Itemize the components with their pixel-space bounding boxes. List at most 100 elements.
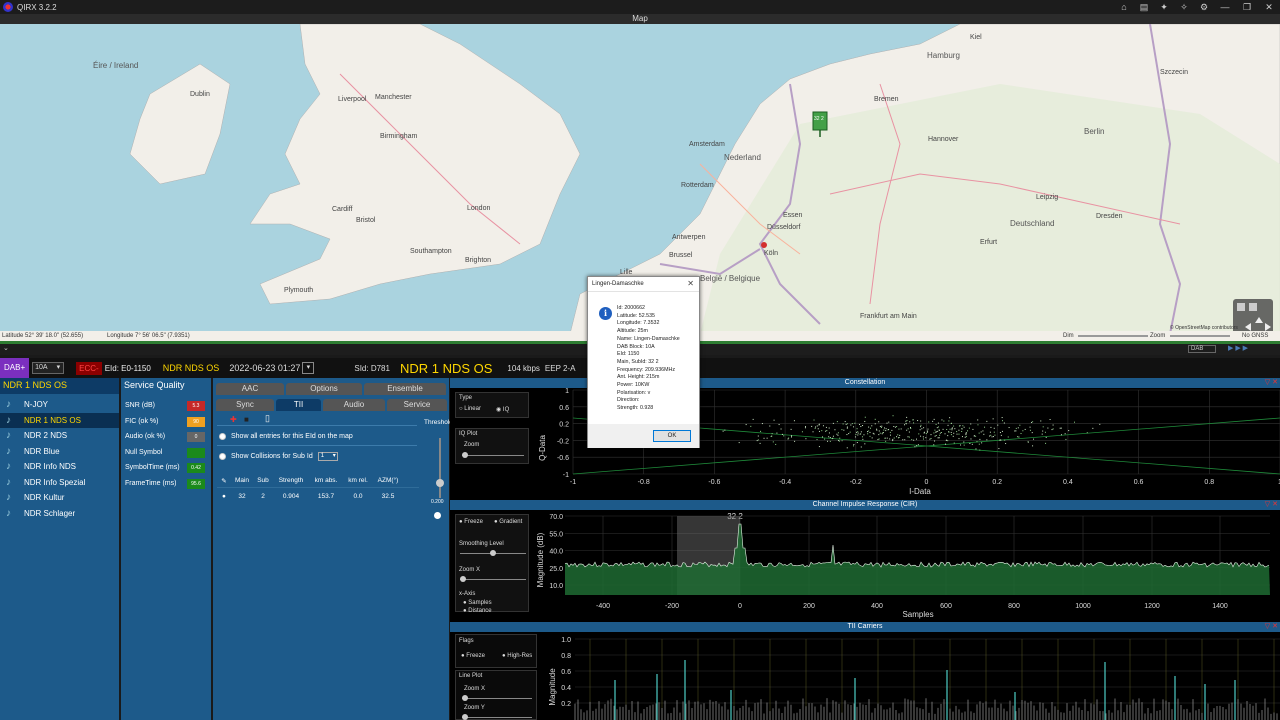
constellation-point <box>970 438 972 440</box>
map-marker-label[interactable]: 32 2 <box>814 116 824 122</box>
station-item[interactable]: ♪ NDR Blue <box>0 444 119 460</box>
minimize-button[interactable]: — <box>1214 2 1236 12</box>
constellation-point <box>900 428 902 430</box>
pane-close-icon[interactable]: ▽ ✕ <box>1265 500 1278 510</box>
zoom-x-slider-knob[interactable] <box>462 695 468 701</box>
map-navigation-control[interactable] <box>1233 299 1273 334</box>
tab-tii[interactable]: TII <box>276 399 321 411</box>
constellation-point <box>930 434 932 436</box>
station-item[interactable]: ♪ NDR Info Spezial <box>0 475 119 491</box>
tii-carriers-plot: Magnitude 1.0 0.8 0.6 0.4 0.2 <box>548 637 1280 720</box>
tab-audio[interactable]: Audio <box>323 399 385 411</box>
zoom-x-slider[interactable] <box>462 695 532 701</box>
table-row[interactable]: ● 32 2 0.904 153.7 0.0 32.5 <box>217 488 419 504</box>
document-icon[interactable]: ▯ <box>265 413 270 424</box>
tab-sync[interactable]: Sync <box>216 399 274 411</box>
x-tick-label: -0.4 <box>779 479 791 486</box>
station-item[interactable]: ♪ NDR 2 NDS <box>0 428 119 444</box>
threshold-slider-knob[interactable] <box>436 479 444 487</box>
tab-service[interactable]: Service <box>387 399 447 411</box>
gear-icon[interactable]: ⚙ <box>1194 2 1214 13</box>
linear-option[interactable]: ○ Linear <box>459 406 481 412</box>
dim-label: Dim <box>1063 333 1074 339</box>
map-place: Hamburg <box>927 51 960 60</box>
close-button[interactable]: ✕ <box>1258 2 1280 13</box>
zoom-y-slider-knob[interactable] <box>462 714 468 720</box>
zoom-slider[interactable] <box>1170 335 1230 337</box>
play-icon[interactable]: ▶ ▶ ▶ <box>1228 344 1248 352</box>
high-res-option[interactable]: ● High-Res <box>502 653 532 659</box>
zoom-slider[interactable] <box>462 452 524 458</box>
iq-option[interactable]: ◉ IQ <box>496 406 509 413</box>
type-group: Type ○ Linear ◉ IQ <box>455 392 529 418</box>
constellation-point <box>1004 439 1006 441</box>
constellation-point <box>949 428 951 430</box>
zoom-slider-knob[interactable] <box>462 452 468 458</box>
constellation-point <box>1002 420 1004 422</box>
map-attribution[interactable]: © OpenStreetMap contributors <box>1170 323 1238 333</box>
checkbox[interactable] <box>219 433 226 440</box>
constellation-point <box>832 422 834 424</box>
map-layer-select[interactable]: DAB <box>1188 345 1216 353</box>
tab-aac[interactable]: AAC <box>216 383 284 395</box>
show-collisions-option[interactable]: Show Collisions for Sub Id 1 ▾ <box>219 452 338 461</box>
distance-option[interactable]: ● Distance <box>463 608 492 614</box>
threshold-slider[interactable] <box>439 438 441 498</box>
pan-arrows-icon[interactable] <box>1233 299 1273 334</box>
constellation-point <box>870 427 872 429</box>
sub-id-select[interactable]: 1 ▾ <box>317 452 338 461</box>
pane-close-icon[interactable]: ▽ ✕ <box>1265 622 1278 632</box>
book-icon[interactable]: ▤ <box>1134 2 1154 13</box>
constellation-point <box>821 430 823 432</box>
y-tick-label: 25.0 <box>549 566 563 573</box>
datetime-dropdown[interactable]: ▾ <box>302 362 315 374</box>
gradient-option[interactable]: ● Gradient <box>494 519 522 525</box>
tab-options[interactable]: Options <box>286 383 362 395</box>
constellation-point <box>1041 433 1043 435</box>
smoothing-slider-knob[interactable] <box>490 550 496 556</box>
y-tick-label: 55.0 <box>549 531 563 538</box>
zoom-x-slider-knob[interactable] <box>460 576 466 582</box>
threshold-radio[interactable] <box>434 512 441 519</box>
freeze-option[interactable]: ● Freeze <box>461 653 485 659</box>
cell-km-abs: 153.7 <box>317 492 335 500</box>
channel-select[interactable]: 10A ▾ <box>32 362 65 374</box>
constellation-point <box>945 443 947 445</box>
ok-button[interactable]: OK <box>653 430 691 442</box>
dim-slider[interactable] <box>1078 335 1148 337</box>
collapse-icon[interactable]: ⌄ <box>3 344 9 352</box>
constellation-point <box>933 444 935 446</box>
zoom-x-slider[interactable] <box>460 576 526 582</box>
y-tick-label: -1 <box>563 472 569 479</box>
station-item[interactable]: ♪ NDR Kultur <box>0 490 119 506</box>
row-select-icon[interactable]: ● <box>217 493 231 500</box>
constellation-point <box>884 437 886 439</box>
dialog-body: Id: 2000662 Latitude: 52.535 Longitude: 7.… <box>617 305 680 413</box>
music-note-icon: ♪ <box>6 476 11 488</box>
zoom-y-slider[interactable] <box>462 714 532 720</box>
stop-icon[interactable]: ■ <box>244 415 249 424</box>
station-item[interactable]: ♪ N-JOY <box>0 397 119 413</box>
satellite-icon[interactable]: ✦ <box>1154 2 1174 13</box>
checkbox[interactable] <box>219 453 226 460</box>
add-icon[interactable]: ✚ <box>230 415 237 424</box>
station-item[interactable]: ♪ NDR Schlager <box>0 506 119 522</box>
constellation-point <box>829 436 831 438</box>
smoothing-slider[interactable] <box>460 550 526 556</box>
freeze-option[interactable]: ● Freeze <box>459 519 483 525</box>
dialog-close-icon[interactable]: ✕ <box>687 279 694 288</box>
x-axis-label: I-Data <box>909 487 931 496</box>
x-tick-label: -200 <box>665 603 679 610</box>
pane-close-icon[interactable]: ▽ ✕ <box>1265 378 1278 388</box>
constellation-point <box>853 444 855 446</box>
puzzle-icon[interactable]: ✧ <box>1174 2 1194 13</box>
samples-option[interactable]: ● Samples <box>463 600 492 606</box>
station-item-selected[interactable]: ♪ NDR 1 NDS OS <box>0 412 119 428</box>
freeze-label: Freeze <box>466 653 485 659</box>
tab-ensemble[interactable]: Ensemble <box>364 383 446 395</box>
show-all-option[interactable]: Show all entries for this EId on the map <box>219 433 353 440</box>
map-place: Frankfurt am Main <box>860 313 917 320</box>
maximize-button[interactable]: ❐ <box>1236 2 1258 13</box>
home-icon[interactable]: ⌂ <box>1114 2 1134 12</box>
station-item[interactable]: ♪ NDR Info NDS <box>0 459 119 475</box>
